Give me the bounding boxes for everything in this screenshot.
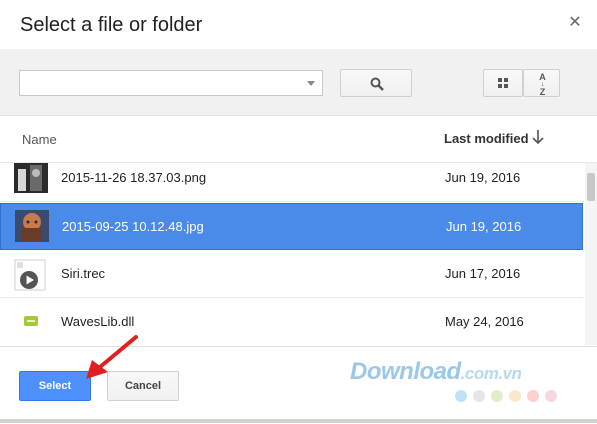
watermark-logo: Download.com.vn bbox=[350, 358, 522, 386]
watermark-dot bbox=[527, 390, 539, 402]
column-header-name[interactable]: Name bbox=[22, 132, 57, 147]
file-row-selected[interactable]: 2015-09-25 10.12.48.jpg Jun 19, 2016 bbox=[0, 203, 583, 250]
chevron-down-icon bbox=[307, 81, 315, 86]
toolbar: A ↓ Z bbox=[0, 49, 597, 116]
sort-az-icon: A ↓ Z bbox=[524, 72, 561, 97]
file-picker-dialog: Select a file or folder ✕ A ↓ Z Name Las… bbox=[0, 0, 597, 423]
select-button[interactable]: Select bbox=[19, 371, 91, 401]
file-name: WavesLib.dll bbox=[61, 314, 135, 329]
watermark-dot bbox=[473, 390, 485, 402]
dialog-title: Select a file or folder bbox=[20, 14, 203, 36]
list-header: Name Last modified bbox=[0, 116, 597, 163]
dll-file-icon bbox=[24, 316, 38, 326]
image-thumbnail-icon bbox=[15, 210, 49, 242]
video-file-icon bbox=[14, 259, 46, 291]
scrollbar-thumb[interactable] bbox=[587, 173, 595, 201]
scrollbar[interactable] bbox=[585, 163, 597, 345]
watermark-suffix: .com.vn bbox=[460, 364, 522, 383]
path-dropdown[interactable] bbox=[19, 70, 323, 96]
file-name: 2015-09-25 10.12.48.jpg bbox=[62, 219, 204, 234]
watermark-dots bbox=[455, 389, 563, 407]
annotation-arrow-icon bbox=[86, 335, 138, 379]
file-list: 2015-11-26 18.37.03.png Jun 19, 2016 201… bbox=[0, 163, 585, 345]
sort-label-bottom: Z bbox=[539, 87, 546, 97]
watermark-dot bbox=[545, 390, 557, 402]
file-modified-date: May 24, 2016 bbox=[445, 314, 524, 329]
file-modified-date: Jun 19, 2016 bbox=[445, 170, 521, 185]
sort-descending-icon[interactable] bbox=[532, 129, 544, 145]
image-thumbnail-icon bbox=[14, 163, 48, 193]
file-name: Siri.trec bbox=[61, 266, 106, 281]
file-modified-date: Jun 17, 2016 bbox=[445, 266, 521, 281]
watermark-dot bbox=[491, 390, 503, 402]
search-icon bbox=[370, 77, 384, 91]
file-row[interactable]: Siri.trec Jun 17, 2016 bbox=[0, 251, 583, 298]
bottom-strip bbox=[0, 419, 597, 423]
sort-button[interactable]: A ↓ Z bbox=[523, 69, 560, 97]
search-button[interactable] bbox=[340, 69, 412, 97]
close-icon[interactable]: ✕ bbox=[567, 15, 583, 31]
column-header-last-modified[interactable]: Last modified bbox=[444, 131, 529, 146]
watermark-text: Download bbox=[350, 358, 461, 385]
watermark-dot bbox=[509, 390, 521, 402]
file-modified-date: Jun 19, 2016 bbox=[446, 219, 522, 234]
watermark-dot bbox=[455, 390, 467, 402]
file-row[interactable]: 2015-11-26 18.37.03.png Jun 19, 2016 bbox=[0, 163, 583, 202]
file-name: 2015-11-26 18.37.03.png bbox=[61, 170, 207, 185]
grid-view-button[interactable] bbox=[483, 69, 523, 97]
